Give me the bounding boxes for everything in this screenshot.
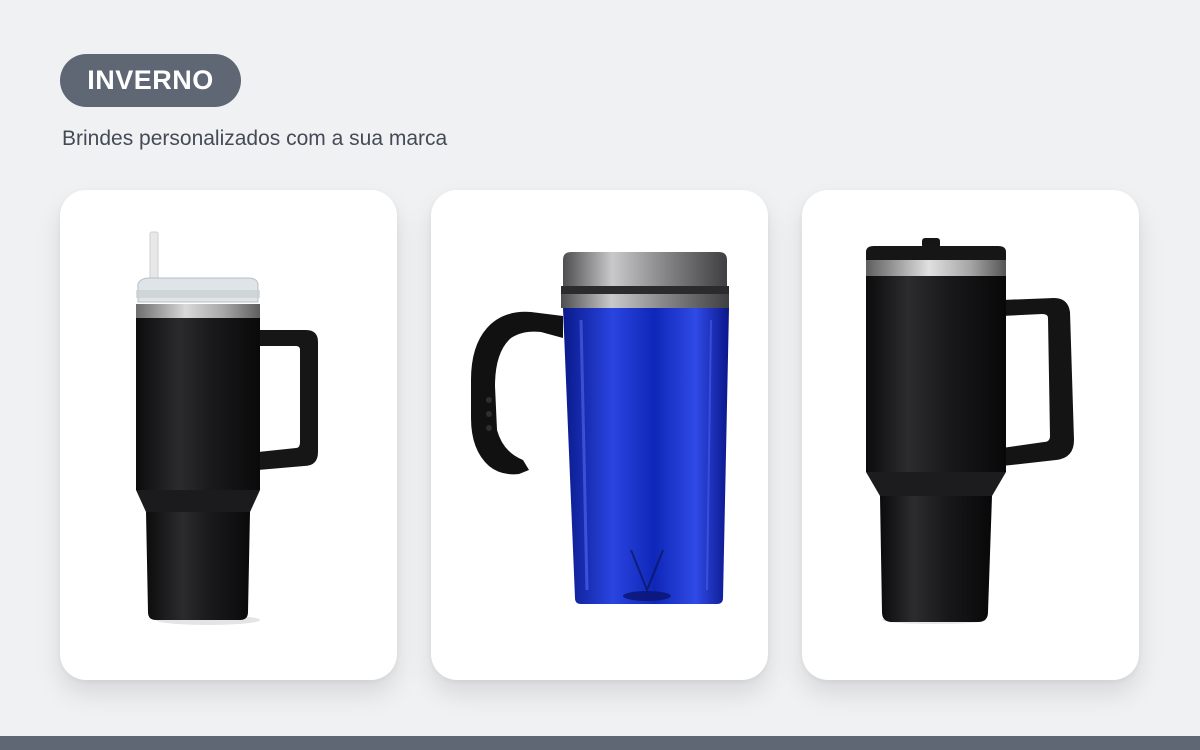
footer-bar (0, 736, 1200, 750)
category-badge[interactable]: INVERNO (60, 54, 241, 107)
product-image-travel-mug-blue (471, 252, 729, 604)
page-subtitle: Brindes personalizados com a sua marca (62, 127, 448, 150)
product-card-tumbler-lid[interactable] (802, 190, 1139, 680)
product-image-tumbler-lid (866, 238, 1074, 624)
product-image-tumbler-straw (136, 231, 318, 625)
product-card-tumbler-straw[interactable] (60, 190, 397, 680)
product-card-travel-mug-blue[interactable] (431, 190, 768, 680)
